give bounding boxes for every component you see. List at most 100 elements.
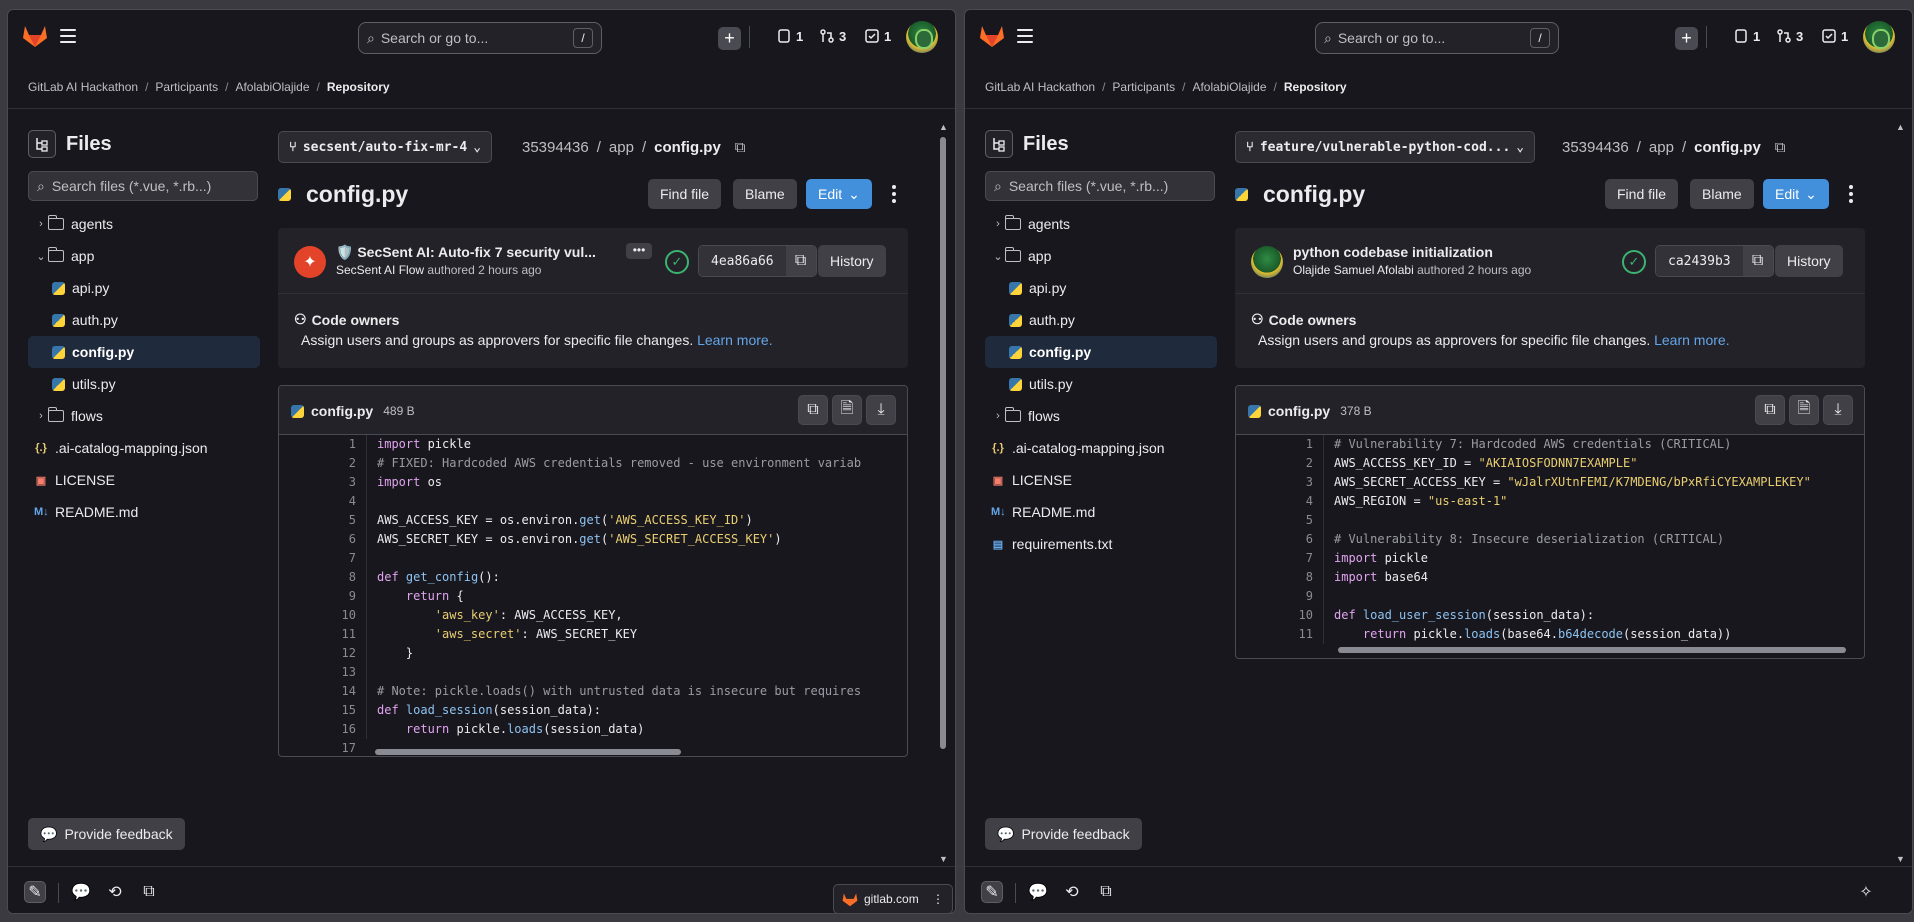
commit-author[interactable]: SecSent AI Flow <box>336 263 424 277</box>
find-file-button[interactable]: Find file <box>648 179 722 209</box>
blame-button[interactable]: Blame <box>733 179 797 209</box>
breadcrumb-item[interactable]: AfolabiOlajide <box>235 80 309 94</box>
file-tree-toggle-icon[interactable] <box>28 130 56 158</box>
tree-item[interactable]: › flows <box>985 400 1217 432</box>
tree-item[interactable]: utils.py <box>985 368 1217 400</box>
breadcrumb-item[interactable]: AfolabiOlajide <box>1192 80 1266 94</box>
branch-selector[interactable]: ⑂ secsent/auto-fix-mr-4 ⌄ <box>278 131 493 163</box>
vertical-scrollbar[interactable]: ▲ ▼ <box>1896 122 1905 864</box>
edit-button[interactable]: Edit ⌄ <box>806 179 872 209</box>
provide-feedback-button[interactable]: 💬 Provide feedback <box>985 818 1142 850</box>
history-icon[interactable]: ⟲ <box>104 881 126 903</box>
create-new-button[interactable]: + <box>718 27 741 50</box>
tree-item[interactable]: config.py <box>985 336 1217 368</box>
tree-item[interactable]: ▣ LICENSE <box>985 464 1217 496</box>
tree-item[interactable]: ▣ LICENSE <box>28 464 260 496</box>
global-search[interactable]: ⌕ Search or go to... / <box>358 22 602 54</box>
tree-item[interactable]: {.} .ai-catalog-mapping.json <box>985 432 1217 464</box>
copy-contents-icon[interactable]: ⧉ <box>1755 395 1785 425</box>
find-file-button[interactable]: Find file <box>1605 179 1679 209</box>
todos-button[interactable]: 1 <box>1821 28 1848 44</box>
commit-title[interactable]: python codebase initialization <box>1293 244 1493 260</box>
learn-more-link[interactable]: Learn more. <box>697 332 772 348</box>
create-new-button[interactable]: + <box>1675 27 1698 50</box>
tree-item[interactable]: api.py <box>985 272 1217 304</box>
horizontal-scrollbar[interactable] <box>1332 645 1852 655</box>
learn-more-link[interactable]: Learn more. <box>1654 332 1729 348</box>
path-dir[interactable]: app <box>1649 139 1674 156</box>
file-tree-toggle-icon[interactable] <box>985 130 1013 158</box>
tree-item[interactable]: › agents <box>28 208 260 240</box>
tree-item[interactable]: ⌄ app <box>28 240 260 272</box>
commit-sha[interactable]: 4ea86a66 ⧉ <box>698 245 817 277</box>
copy-contents-icon[interactable]: ⧉ <box>798 395 828 425</box>
compose-icon[interactable]: ✎ <box>981 881 1003 903</box>
history-button[interactable]: History <box>1775 245 1843 277</box>
menu-icon[interactable] <box>58 27 78 45</box>
branch-selector[interactable]: ⑂ feature/vulnerable-python-cod... ⌄ <box>1235 131 1536 163</box>
merge-requests-button[interactable]: 3 <box>819 28 846 44</box>
history-icon[interactable]: ⟲ <box>1061 881 1083 903</box>
issues-button[interactable]: 1 <box>1733 28 1760 44</box>
issues-button[interactable]: 1 <box>776 28 803 44</box>
breadcrumb-current[interactable]: Repository <box>327 80 390 94</box>
menu-icon[interactable] <box>1015 27 1035 45</box>
tree-item[interactable]: api.py <box>28 272 260 304</box>
tree-item[interactable]: auth.py <box>28 304 260 336</box>
tree-item[interactable]: ⌄ app <box>985 240 1217 272</box>
pipeline-success-icon[interactable]: ✓ <box>665 250 689 274</box>
tree-item[interactable]: {.} .ai-catalog-mapping.json <box>28 432 260 464</box>
tree-item[interactable]: auth.py <box>985 304 1217 336</box>
provide-feedback-button[interactable]: 💬 Provide feedback <box>28 818 185 850</box>
site-pill[interactable]: gitlab.com ⋮ <box>833 884 953 914</box>
commit-sha[interactable]: ca2439b3 ⧉ <box>1655 245 1774 277</box>
more-actions-icon[interactable] <box>884 181 904 207</box>
path-dir[interactable]: app <box>609 139 634 156</box>
author-avatar[interactable] <box>1251 246 1283 278</box>
blame-button[interactable]: Blame <box>1690 179 1754 209</box>
share-icon[interactable]: ⧉ <box>138 881 160 903</box>
file-search-input[interactable]: ⌕ Search files (*.vue, *.rb...) <box>28 171 258 201</box>
download-icon[interactable]: ⤓ <box>1823 395 1853 425</box>
breadcrumb-item[interactable]: Participants <box>1112 80 1175 94</box>
expand-commit-icon[interactable]: ••• <box>626 243 652 259</box>
tree-item[interactable]: utils.py <box>28 368 260 400</box>
path-project[interactable]: 35394436 <box>1562 139 1629 156</box>
breadcrumb-current[interactable]: Repository <box>1284 80 1347 94</box>
global-search[interactable]: ⌕ Search or go to... / <box>1315 22 1559 54</box>
more-actions-icon[interactable] <box>1841 181 1861 207</box>
comment-icon[interactable]: 💬 <box>1027 881 1049 903</box>
pipeline-success-icon[interactable]: ✓ <box>1622 250 1646 274</box>
tree-item[interactable]: › agents <box>985 208 1217 240</box>
share-icon[interactable]: ⧉ <box>1095 881 1117 903</box>
copy-path-icon[interactable]: ⧉ <box>1775 139 1786 156</box>
breadcrumb-item[interactable]: GitLab AI Hackathon <box>985 80 1095 94</box>
open-raw-icon[interactable]: 🗎 <box>832 395 862 425</box>
breadcrumb-item[interactable]: Participants <box>155 80 218 94</box>
comment-icon[interactable]: 💬 <box>70 881 92 903</box>
tree-item[interactable]: › flows <box>28 400 260 432</box>
copy-path-icon[interactable]: ⧉ <box>735 139 746 156</box>
horizontal-scrollbar[interactable] <box>375 747 895 756</box>
gitlab-logo-icon[interactable] <box>22 24 48 48</box>
vertical-scrollbar[interactable]: ▲ ▼ <box>939 122 948 864</box>
open-raw-icon[interactable]: 🗎 <box>1789 395 1819 425</box>
tree-item[interactable]: config.py <box>28 336 260 368</box>
history-button[interactable]: History <box>818 245 886 277</box>
user-avatar[interactable] <box>1863 21 1895 53</box>
tree-item[interactable]: M↓ README.md <box>985 496 1217 528</box>
gitlab-logo-icon[interactable] <box>979 24 1005 48</box>
file-search-input[interactable]: ⌕ Search files (*.vue, *.rb...) <box>985 171 1215 201</box>
path-project[interactable]: 35394436 <box>522 139 589 156</box>
tree-item[interactable]: M↓ README.md <box>28 496 260 528</box>
todos-button[interactable]: 1 <box>864 28 891 44</box>
tree-item[interactable]: ▤ requirements.txt <box>985 528 1217 560</box>
user-avatar[interactable] <box>906 21 938 53</box>
commit-title[interactable]: 🛡️ SecSent AI: Auto-fix 7 security vul..… <box>336 244 596 261</box>
download-icon[interactable]: ⤓ <box>866 395 896 425</box>
edit-button[interactable]: Edit ⌄ <box>1763 179 1829 209</box>
commit-author[interactable]: Olajide Samuel Afolabi <box>1293 263 1414 277</box>
breadcrumb-item[interactable]: GitLab AI Hackathon <box>28 80 138 94</box>
compose-icon[interactable]: ✎ <box>24 881 46 903</box>
merge-requests-button[interactable]: 3 <box>1776 28 1803 44</box>
